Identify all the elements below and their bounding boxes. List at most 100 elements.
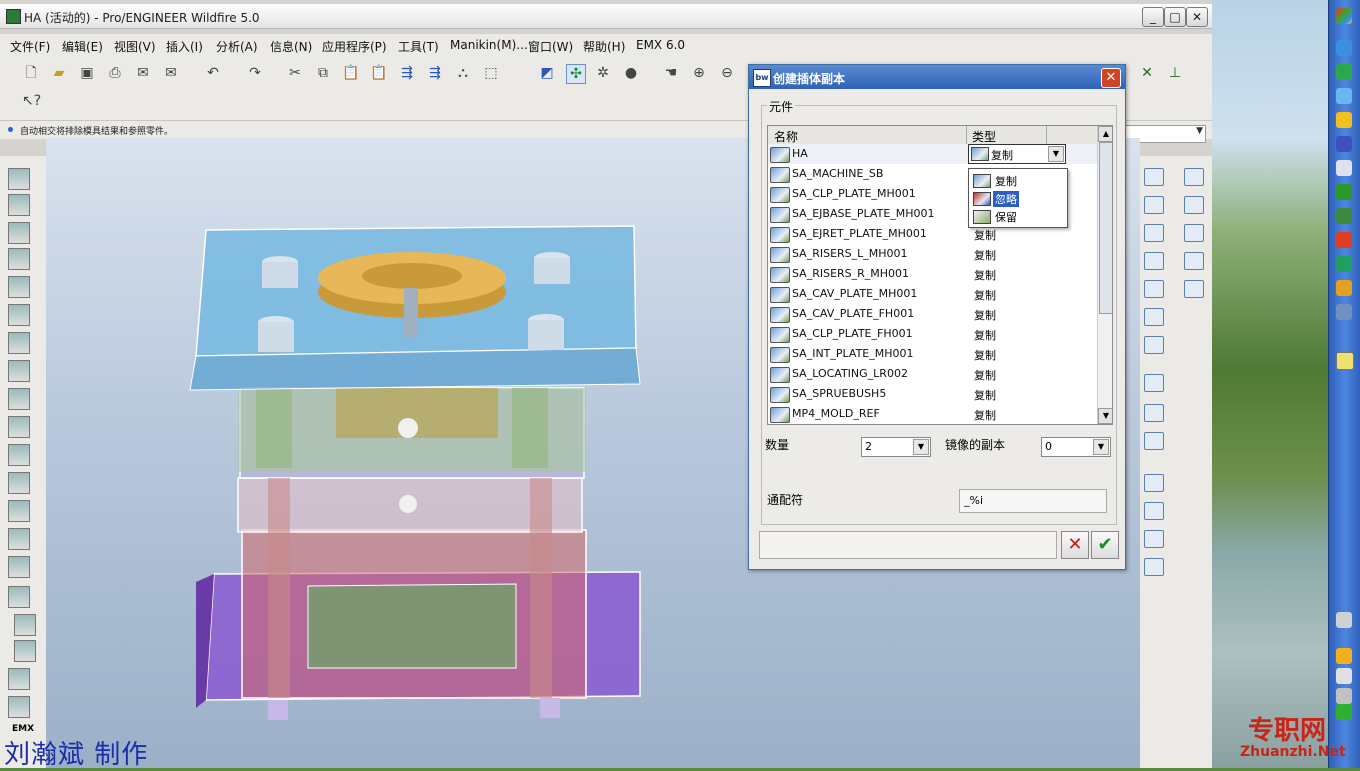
menu-view[interactable]: 视图(V) — [114, 38, 156, 55]
quantity-select[interactable]: 2 ▼ — [861, 437, 931, 457]
ok-button[interactable]: ✔ — [1091, 531, 1119, 559]
plate-icon[interactable] — [8, 194, 30, 216]
sketch-curve-icon[interactable] — [1144, 252, 1164, 270]
spring-icon[interactable] — [8, 556, 30, 578]
table-row[interactable]: SA_INT_PLATE_MH001 复制 — [768, 344, 1098, 364]
undo-icon[interactable]: ↶ — [204, 64, 222, 82]
paste-special-icon[interactable]: 📋 — [370, 64, 388, 82]
dowel-icon[interactable] — [8, 332, 30, 354]
email-link-icon[interactable]: ✉ — [162, 64, 180, 82]
extend-icon[interactable] — [1184, 224, 1204, 242]
zoom-in-icon[interactable]: ⊕ — [690, 64, 708, 82]
tray-icon[interactable] — [1336, 688, 1352, 704]
table-row[interactable]: SA_SPRUEBUSH5 复制 — [768, 384, 1098, 404]
datum-point-icon[interactable] — [1144, 280, 1164, 298]
redraw-icon[interactable]: ◩ — [538, 64, 556, 82]
datum-csys-icon[interactable]: ⊥ — [1166, 64, 1184, 82]
annotation-icon[interactable] — [1144, 374, 1164, 392]
option-copy[interactable]: 复制 — [971, 171, 1063, 189]
layer-icon[interactable] — [1144, 404, 1164, 422]
menu-help[interactable]: 帮助(H) — [583, 38, 625, 55]
tree-icon[interactable] — [1144, 432, 1164, 450]
wildcard-input[interactable]: _%i — [959, 489, 1107, 513]
app-icon[interactable] — [1336, 280, 1352, 296]
copy-geometry-icon[interactable] — [1184, 168, 1204, 186]
app-icon[interactable] — [1336, 256, 1352, 272]
zoom-out-icon[interactable]: ⊖ — [718, 64, 736, 82]
pan-hand-icon[interactable]: ☚ — [662, 64, 680, 82]
package-icon[interactable] — [1144, 530, 1164, 548]
warning-icon[interactable] — [1336, 112, 1352, 128]
app-icon[interactable] — [1336, 208, 1352, 224]
table-row[interactable]: MP4_MOLD_REF 复制 — [768, 404, 1098, 424]
cut-out-icon[interactable] — [1144, 558, 1164, 576]
lifter-icon[interactable] — [8, 444, 30, 466]
app-icon[interactable] — [1336, 88, 1352, 104]
mirror-copies-select[interactable]: 0 ▼ — [1041, 437, 1111, 457]
table-row[interactable]: SA_RISERS_L_MH001 复制 — [768, 244, 1098, 264]
keyboard-icon[interactable] — [1336, 612, 1352, 628]
regen-manager-icon[interactable]: ⇶ — [426, 64, 444, 82]
datum-plane-icon[interactable] — [1144, 196, 1164, 214]
notes-icon[interactable] — [1336, 352, 1354, 370]
export-icon[interactable] — [8, 696, 30, 718]
guide-pin-icon[interactable] — [8, 304, 30, 326]
copy-icon[interactable]: ⧉ — [314, 64, 332, 82]
menu-insert[interactable]: 插入(I) — [166, 38, 203, 55]
table-row[interactable]: SA_RISERS_R_MH001 复制 — [768, 264, 1098, 284]
screw-icon[interactable] — [8, 222, 30, 244]
context-help-icon[interactable]: ↖? — [22, 92, 41, 110]
scroll-down-icon[interactable]: ▼ — [1098, 408, 1112, 424]
shading-sphere-icon[interactable]: ● — [622, 64, 640, 82]
option-ignore[interactable]: 忽略 — [971, 189, 1063, 207]
app-icon[interactable] — [1336, 160, 1352, 176]
regenerate-icon[interactable]: ⇶ — [398, 64, 416, 82]
open-folder-icon[interactable]: ▰ — [50, 64, 68, 82]
table-row[interactable]: SA_LOCATING_LR002 复制 — [768, 364, 1098, 384]
table-row[interactable]: SA_CLP_PLATE_FH001 复制 — [768, 324, 1098, 344]
find-icon[interactable]: ⛬ — [454, 64, 472, 82]
create-component-icon[interactable] — [1144, 502, 1164, 520]
table-row[interactable]: SA_CAV_PLATE_FH001 复制 — [768, 304, 1098, 324]
save-icon[interactable]: ▣ — [78, 64, 96, 82]
menu-emx[interactable]: EMX 6.0 — [636, 38, 685, 52]
app-icon[interactable] — [1336, 136, 1352, 152]
menu-analysis[interactable]: 分析(A) — [216, 38, 258, 55]
orient-mode-icon[interactable]: ✲ — [594, 64, 612, 82]
new-file-icon[interactable]: 🗋 — [22, 64, 40, 82]
table-row[interactable]: SA_CAV_PLATE_MH001 复制 — [768, 284, 1098, 304]
print-icon[interactable]: ⎙ — [106, 64, 124, 82]
paste-icon[interactable]: 📋 — [342, 64, 360, 82]
menu-tools[interactable]: 工具(T) — [398, 38, 439, 55]
dialog-close-button[interactable]: ✕ — [1101, 68, 1121, 88]
scroll-up-icon[interactable]: ▲ — [1098, 126, 1112, 142]
table-scrollbar[interactable]: ▲ ▼ — [1097, 126, 1112, 424]
menu-manikin[interactable]: Manikin(M)... — [450, 38, 528, 52]
scroll-thumb[interactable] — [1099, 142, 1112, 314]
redo-icon[interactable]: ↷ — [246, 64, 264, 82]
boundary-icon[interactable] — [1184, 280, 1204, 298]
stop-icon[interactable] — [8, 528, 30, 550]
datum-point-icon[interactable]: ✕ — [1138, 64, 1156, 82]
spin-center-icon[interactable]: ✣ — [566, 64, 586, 84]
shield-icon[interactable] — [1336, 64, 1352, 80]
chevron-down-icon[interactable]: ▼ — [913, 439, 929, 455]
app-icon[interactable] — [1336, 232, 1352, 248]
option-keep[interactable]: 保留 — [971, 207, 1063, 225]
tray-icon[interactable] — [1336, 668, 1352, 684]
column-name-header[interactable]: 名称 — [774, 128, 798, 145]
dialog-title-bar[interactable]: bw 创建插体副本 ✕ — [749, 65, 1125, 89]
surface-icon[interactable] — [1184, 252, 1204, 270]
menu-edit[interactable]: 编辑(E) — [62, 38, 103, 55]
bom-icon[interactable] — [14, 640, 36, 662]
app-icon[interactable] — [1336, 184, 1352, 200]
close-button[interactable]: ✕ — [1186, 7, 1208, 27]
email-icon[interactable]: ✉ — [134, 64, 152, 82]
chevron-down-icon[interactable]: ▼ — [1093, 439, 1109, 455]
datum-axis-icon[interactable] — [1144, 224, 1164, 242]
maximize-button[interactable]: □ — [1164, 7, 1186, 27]
datum-curve-icon[interactable] — [1144, 168, 1164, 186]
minimize-button[interactable]: _ — [1142, 7, 1164, 27]
assemble-icon[interactable] — [1144, 474, 1164, 492]
ejector-pin-icon[interactable] — [8, 248, 30, 270]
